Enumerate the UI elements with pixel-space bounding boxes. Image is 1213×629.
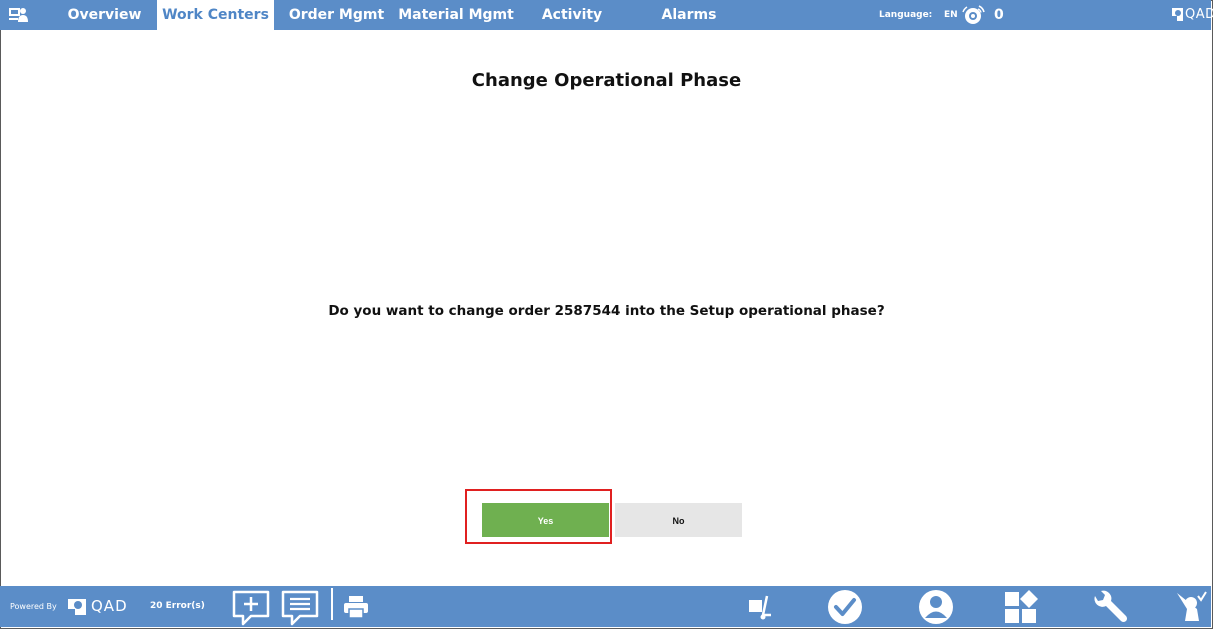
tab-alarms[interactable]: Alarms (654, 0, 724, 30)
qad-footer-logo-text: QAD (91, 597, 128, 615)
confirm-icon[interactable] (827, 589, 863, 625)
alarm-count: 0 (994, 7, 1004, 23)
bottom-bar: Powered By QAD 20 Error(s) (0, 586, 1211, 627)
add-comment-icon[interactable] (231, 589, 271, 627)
confirmation-message: Do you want to change order 2587544 into… (328, 303, 885, 319)
language-label: Language: (879, 10, 933, 20)
tab-material-mgmt[interactable]: Material Mgmt (397, 0, 515, 30)
worker-icon[interactable] (1175, 591, 1207, 623)
print-icon[interactable] (343, 595, 369, 619)
alarm-icon[interactable] (962, 4, 986, 26)
powered-by-label: Powered By (10, 602, 57, 611)
top-nav-bar: Overview Work Centers Order Mgmt Materia… (0, 0, 1213, 53)
tab-activity-mgmt[interactable]: Activity Mgmt (518, 0, 626, 53)
user-icon[interactable] (918, 589, 954, 625)
workstation-icon[interactable] (8, 5, 28, 25)
yes-button[interactable]: Yes (482, 503, 609, 537)
tab-order-mgmt[interactable]: Order Mgmt (280, 0, 393, 30)
dashboard-icon[interactable] (1003, 589, 1039, 625)
material-handling-icon[interactable] (747, 595, 773, 621)
qad-logo-icon (1172, 8, 1183, 21)
qad-logo-text: QAD (1185, 7, 1213, 22)
tab-overview[interactable]: Overview (56, 0, 153, 30)
qad-footer-logo-icon (68, 599, 86, 615)
wrench-icon[interactable] (1092, 590, 1130, 624)
page-title: Change Operational Phase (471, 70, 742, 91)
tab-work-centers[interactable]: Work Centers (157, 0, 274, 30)
no-button[interactable]: No (615, 503, 742, 537)
footer-separator (331, 588, 333, 620)
comments-icon[interactable] (280, 589, 320, 627)
error-count-link[interactable]: 20 Error(s) (150, 586, 205, 627)
language-selector[interactable]: EN (944, 0, 958, 30)
